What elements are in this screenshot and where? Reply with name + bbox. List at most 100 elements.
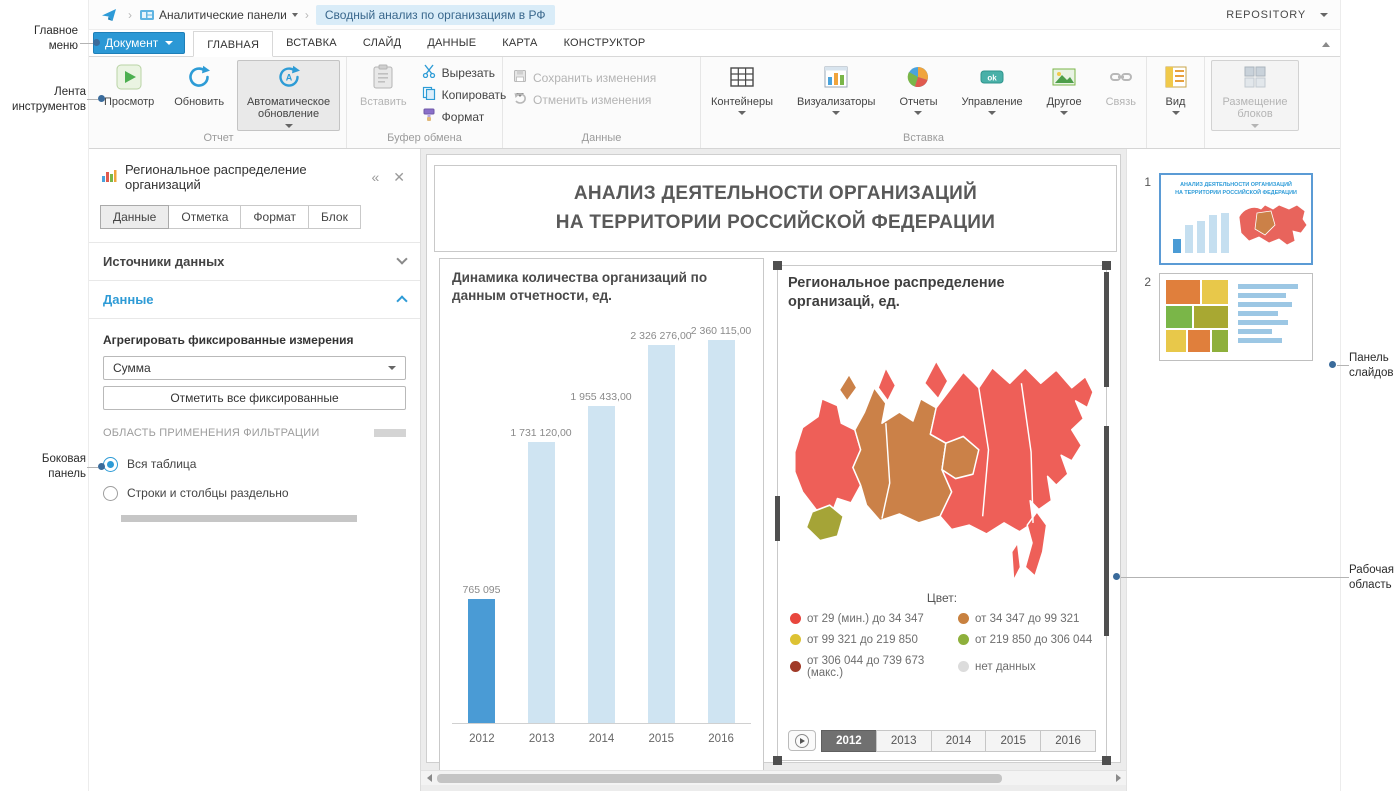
bar-chart-block[interactable]: Динамика количества организаций по данны… [439,258,764,772]
breadcrumb-current-page[interactable]: Сводный анализ по организациям в РФ [316,5,555,25]
scrollbar-thumb[interactable] [437,774,1002,783]
annotation-line [80,43,93,44]
radio-rows-cols[interactable]: Строки и столбцы раздельно [103,486,406,501]
slide-thumbnail-2[interactable] [1159,273,1313,361]
scroll-left-arrow[interactable] [421,774,437,782]
year-button-2014[interactable]: 2014 [931,730,987,752]
controls-button[interactable]: ok Управление [954,60,1029,118]
slide-number: 2 [1141,273,1151,361]
mark-all-fixed-button[interactable]: Отметить все фиксированные [103,386,406,410]
paste-button[interactable]: Вставить [353,60,414,111]
preview-button[interactable]: Просмотр [97,60,161,111]
collapse-ribbon-caret[interactable] [1322,42,1330,47]
link-label: Связь [1106,96,1136,109]
selection-handle[interactable] [1102,261,1111,270]
year-button-2016[interactable]: 2016 [1040,730,1096,752]
selection-handle[interactable] [773,756,782,765]
svg-text:НА ТЕРРИТОРИИ РОССИЙСКОЙ ФЕДЕР: НА ТЕРРИТОРИИ РОССИЙСКОЙ ФЕДЕРАЦИИ [1175,188,1297,196]
sidebar-tab-block[interactable]: Блок [308,205,361,229]
legend-label: от 99 321 до 219 850 [807,634,918,646]
other-button[interactable]: Другое [1040,60,1089,118]
containers-button[interactable]: Контейнеры [704,60,780,118]
section-data[interactable]: Данные [89,281,420,319]
collapse-sidebar-icon[interactable]: « [368,170,382,184]
sidebar-tab-selection[interactable]: Отметка [168,205,241,229]
repository-label[interactable]: REPOSITORY [1226,9,1306,21]
radio-button-checked[interactable] [103,457,118,472]
tab-glavnaya[interactable]: ГЛАВНАЯ [193,31,273,57]
selection-handle[interactable] [775,496,780,541]
bar-column-2015: 2 326 276,00 [631,330,691,723]
analytics-panels-icon [139,7,155,23]
ribbon-group-data: Сохранить изменения Отменить изменения Д… [503,57,701,148]
link-button[interactable]: Связь [1099,60,1143,111]
view-button[interactable]: Вид [1156,60,1196,118]
radio-rows-cols-label: Строки и столбцы раздельно [127,486,289,500]
annotation-main-menu: Главное меню [6,24,78,54]
map-block-selected[interactable]: Региональное распределение организацй, е… [777,265,1107,761]
radio-whole-table-label: Вся таблица [127,457,196,471]
containers-caret [738,111,746,115]
ok-control-icon: ok [979,64,1005,94]
view-caret [1172,111,1180,115]
year-button-2015[interactable]: 2015 [985,730,1041,752]
visualizers-button[interactable]: Визуализаторы [790,60,882,118]
slides-panel: 1 АНАЛИЗ ДЕЯТЕЛЬНОСТИ ОРГАНИЗАЦИЙ НА ТЕР… [1126,149,1340,791]
document-menu-button[interactable]: Документ [93,32,185,54]
slide-thumbnail-1[interactable]: АНАЛИЗ ДЕЯТЕЛЬНОСТИ ОРГАНИЗАЦИЙ НА ТЕРРИ… [1159,173,1313,265]
containers-grid-icon [729,64,755,94]
dashboard-canvas[interactable]: АНАЛИЗ ДЕЯТЕЛЬНОСТИ ОРГАНИЗАЦИЙ НА ТЕРРИ… [426,154,1121,763]
ribbon-group-view: Вид . [1147,57,1205,148]
selection-handle[interactable] [1104,272,1109,387]
home-paper-plane-icon[interactable] [101,7,117,23]
close-sidebar-icon[interactable]: ✕ [390,170,408,184]
section-data-sources[interactable]: Источники данных [89,242,420,281]
year-button-2013[interactable]: 2013 [876,730,932,752]
save-changes-button[interactable]: Сохранить изменения [509,68,660,87]
year-button-2012[interactable]: 2012 [821,730,877,752]
legend-item: от 306 044 до 739 673 (макс.) [790,655,958,679]
legend-title: Цвет: [788,591,1096,605]
bar-chart-title: Динамика количества организаций по данны… [452,269,751,305]
breadcrumb-section[interactable]: Аналитические панели [159,8,287,22]
bar [588,406,615,723]
refresh-button[interactable]: Обновить [167,60,231,111]
sidebar-horizontal-scrollbar[interactable] [121,515,357,522]
annotation-dot [1113,573,1120,580]
blocks-layout-caret [1251,124,1259,128]
aggregate-select-caret [388,366,396,370]
tab-vstavka[interactable]: ВСТАВКА [273,30,350,56]
breadcrumb-separator: › [128,8,132,22]
tab-slide[interactable]: СЛАЙД [350,30,415,56]
x-tick-label: 2014 [572,733,632,745]
auto-refresh-button[interactable]: A Автоматическое обновление [237,60,340,131]
selection-handle[interactable] [1104,426,1109,636]
ribbon-filler [1305,57,1338,148]
repository-caret[interactable] [1320,13,1328,17]
sidebar-tab-data[interactable]: Данные [100,205,169,229]
refresh-icon [186,64,212,94]
tab-karta[interactable]: КАРТА [489,30,550,56]
radio-button-unchecked[interactable] [103,486,118,501]
bar-column-2012: 765 095 [452,584,511,723]
dashboard-title-block[interactable]: АНАЛИЗ ДЕЯТЕЛЬНОСТИ ОРГАНИЗАЦИЙ НА ТЕРРИ… [434,165,1117,252]
tab-konstruktor[interactable]: КОНСТРУКТОР [551,30,659,56]
breadcrumb-section-caret[interactable] [292,13,298,17]
filter-scope-scrollbar[interactable] [374,429,406,437]
blocks-layout-button[interactable]: Размещение блоков [1211,60,1299,131]
reports-button[interactable]: Отчеты [892,60,944,118]
workspace-horizontal-scrollbar[interactable] [421,770,1126,785]
annotation-work-area: Рабочая область [1349,563,1400,593]
aggregate-select[interactable]: Сумма [103,356,406,380]
undo-changes-button[interactable]: Отменить изменения [509,90,660,109]
blocks-layout-icon [1242,64,1268,94]
blocks-layout-label: Размещение блоков [1218,96,1292,121]
scroll-right-arrow[interactable] [1110,774,1126,782]
selection-handle[interactable] [1102,756,1111,765]
selection-handle[interactable] [773,261,782,270]
sidebar-tab-format[interactable]: Формат [240,205,309,229]
radio-whole-table[interactable]: Вся таблица [103,457,406,472]
play-animation-button[interactable] [788,730,816,751]
tab-dannye[interactable]: ДАННЫЕ [414,30,489,56]
sidebar-panel: Региональное распределение организаций «… [89,149,421,791]
